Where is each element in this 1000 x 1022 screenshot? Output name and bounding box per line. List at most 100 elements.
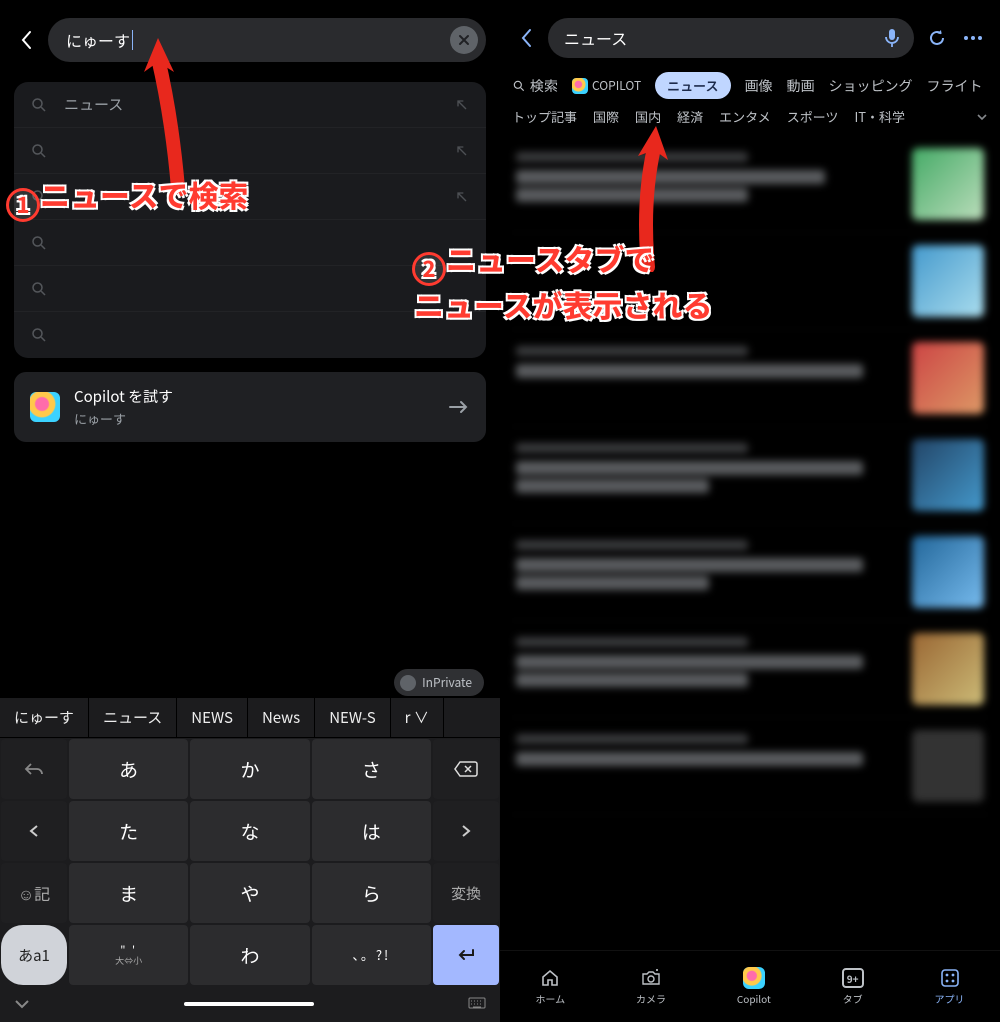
cat-more[interactable] <box>976 113 988 121</box>
key-ma[interactable]: ま <box>69 863 188 923</box>
suggestion-row[interactable] <box>14 128 486 174</box>
nav-apps[interactable]: アプリ <box>935 967 965 1006</box>
reload-button[interactable] <box>924 25 950 51</box>
tab-flight[interactable]: フライト <box>927 76 983 96</box>
more-button[interactable] <box>960 25 986 51</box>
cat-top[interactable]: トップ記事 <box>512 107 577 126</box>
toggle-knob-icon <box>400 675 416 691</box>
key-ha[interactable]: は <box>312 801 431 861</box>
key-enter[interactable] <box>433 925 499 985</box>
tab-shopping[interactable]: ショッピング <box>829 76 913 96</box>
key-ta[interactable]: た <box>69 801 188 861</box>
news-row[interactable] <box>510 136 990 233</box>
key-emoji-symbol[interactable]: ☺記 <box>1 863 67 923</box>
back-button[interactable] <box>14 28 38 52</box>
key-punct[interactable]: 、。?! <box>312 925 431 985</box>
key-henkan[interactable]: 変換 <box>433 863 499 923</box>
nav-camera[interactable]: カメラ <box>636 967 666 1006</box>
key-a[interactable]: あ <box>69 739 188 799</box>
key-ra[interactable]: ら <box>312 863 431 923</box>
key-na[interactable]: な <box>190 801 309 861</box>
candidate[interactable]: r ∨ <box>391 698 444 737</box>
cat-ent[interactable]: エンタメ <box>719 107 771 126</box>
insert-arrow-icon[interactable] <box>454 143 470 159</box>
chevron-left-icon <box>519 28 533 48</box>
tab-search[interactable]: 検索 <box>512 76 558 96</box>
news-row[interactable] <box>510 330 990 427</box>
back-button[interactable] <box>514 26 538 50</box>
nav-copilot[interactable]: Copilot <box>737 967 771 1006</box>
copilot-icon <box>572 78 588 94</box>
news-row[interactable] <box>510 718 990 815</box>
cat-world[interactable]: 国際 <box>593 107 619 126</box>
news-row[interactable] <box>510 524 990 621</box>
candidate-row: にゅーす ニュース NEWS News NEW-S r ∨ <box>0 698 500 738</box>
tab-news-active[interactable]: ニュース <box>655 72 730 99</box>
tab-image[interactable]: 画像 <box>745 76 773 96</box>
caret-left-icon <box>27 824 41 838</box>
key-sa[interactable]: さ <box>312 739 431 799</box>
enter-icon <box>455 947 477 963</box>
cat-sports[interactable]: スポーツ <box>787 107 839 126</box>
chevron-down-icon <box>14 999 30 1009</box>
suggestion-row[interactable] <box>14 266 486 312</box>
key-right[interactable] <box>433 801 499 861</box>
suggestions-list: ニュース <box>14 82 486 358</box>
news-row[interactable] <box>510 621 990 718</box>
news-row[interactable] <box>510 233 990 330</box>
inprivate-toggle[interactable]: InPrivate <box>394 669 484 696</box>
search-top-bar: にゅーす <box>0 0 500 74</box>
suggestion-row[interactable] <box>14 220 486 266</box>
chevron-left-icon <box>19 30 33 50</box>
key-punct-toggle[interactable]: " ' 大⇔小 <box>69 925 188 985</box>
phone-left-search: にゅーす ニュース <box>0 0 500 1022</box>
key-undo[interactable] <box>1 739 67 799</box>
candidate[interactable]: にゅーす <box>0 698 89 737</box>
clear-button[interactable] <box>450 26 478 54</box>
search-input[interactable]: にゅーす <box>48 18 486 62</box>
key-mode[interactable]: あa1 <box>1 925 67 985</box>
cat-economy[interactable]: 経済 <box>677 107 703 126</box>
candidate[interactable]: ニュース <box>89 698 177 737</box>
address-bar[interactable]: ニュース <box>548 18 914 58</box>
tab-copilot[interactable]: COPILOT <box>572 77 641 94</box>
tab-video[interactable]: 動画 <box>787 76 815 96</box>
nav-tabs[interactable]: 9+ タブ <box>842 967 864 1006</box>
suggestion-row[interactable] <box>14 312 486 358</box>
home-indicator <box>184 1002 314 1006</box>
candidate[interactable]: NEWS <box>177 698 248 737</box>
search-icon <box>512 79 526 93</box>
cat-it[interactable]: IT・科学 <box>854 107 905 126</box>
key-wa[interactable]: わ <box>190 925 309 985</box>
key-backspace[interactable] <box>433 739 499 799</box>
news-thumbnail <box>912 342 984 414</box>
key-ya[interactable]: や <box>190 863 309 923</box>
news-thumbnail <box>912 536 984 608</box>
candidate[interactable]: NEW-S <box>315 698 390 737</box>
key-ka[interactable]: か <box>190 739 309 799</box>
apps-icon <box>939 967 961 989</box>
nav-home[interactable]: ホーム <box>535 967 565 1006</box>
suggestion-row[interactable]: ニュース <box>14 82 486 128</box>
tabs-count-badge: 9+ <box>842 968 864 988</box>
candidate[interactable]: News <box>248 698 315 737</box>
caret-right-icon <box>459 824 473 838</box>
keyboard-switch[interactable] <box>468 997 486 1011</box>
voice-search-button[interactable] <box>880 26 904 50</box>
search-icon <box>30 96 48 114</box>
suggestion-row[interactable] <box>14 174 486 220</box>
news-feed[interactable] <box>500 136 1000 950</box>
more-horizontal-icon <box>963 35 983 41</box>
news-row[interactable] <box>510 427 990 524</box>
copilot-icon <box>30 392 60 422</box>
copilot-try-card[interactable]: Copilot を試す にゅーす <box>14 372 486 442</box>
reload-icon <box>927 28 947 48</box>
insert-arrow-icon[interactable] <box>454 97 470 113</box>
key-left[interactable] <box>1 801 67 861</box>
keyboard-collapse[interactable] <box>14 999 30 1009</box>
insert-arrow-icon[interactable] <box>454 189 470 205</box>
inprivate-label: InPrivate <box>422 674 472 691</box>
news-thumbnail <box>912 148 984 220</box>
cat-japan[interactable]: 国内 <box>635 107 661 126</box>
close-icon <box>458 34 470 46</box>
